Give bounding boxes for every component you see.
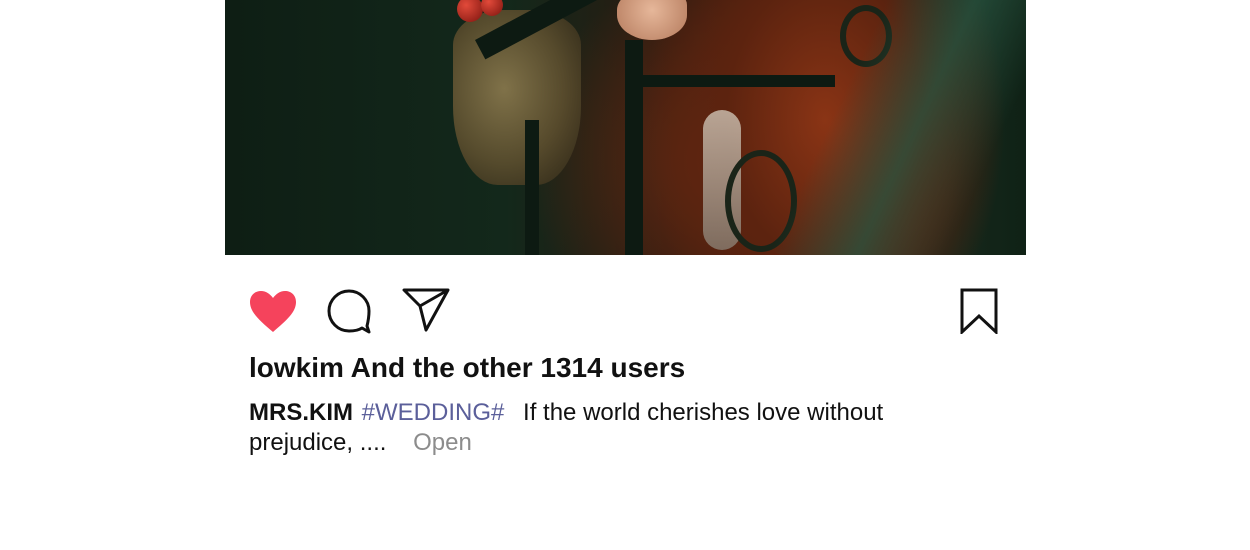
share-button[interactable] <box>402 288 450 332</box>
caption-author[interactable]: MRS.KIM <box>249 399 353 426</box>
photo-railing <box>635 75 835 87</box>
caption-hashtag[interactable]: #WEDDING# <box>362 399 505 426</box>
photo-railing <box>625 40 643 255</box>
feed-post: lowkim And the other 1314 users MRS.KIM … <box>0 0 1250 550</box>
post-photo[interactable] <box>225 0 1026 255</box>
heart-icon <box>250 291 296 332</box>
bookmark-icon <box>960 288 998 334</box>
like-button[interactable] <box>249 290 297 334</box>
photo-hand <box>617 0 687 40</box>
likes-count: lowkim And the other 1314 users <box>249 352 686 383</box>
caption-more-link[interactable]: Open <box>413 429 472 456</box>
comment-button[interactable] <box>327 288 373 334</box>
post-caption: MRS.KIM #WEDDING# If the world cherishes… <box>249 398 949 458</box>
photo-foliage <box>770 0 1026 255</box>
photo-railing <box>525 120 539 255</box>
paper-plane-icon <box>402 288 450 332</box>
bookmark-button[interactable] <box>960 288 998 334</box>
speech-bubble-icon <box>327 289 371 334</box>
